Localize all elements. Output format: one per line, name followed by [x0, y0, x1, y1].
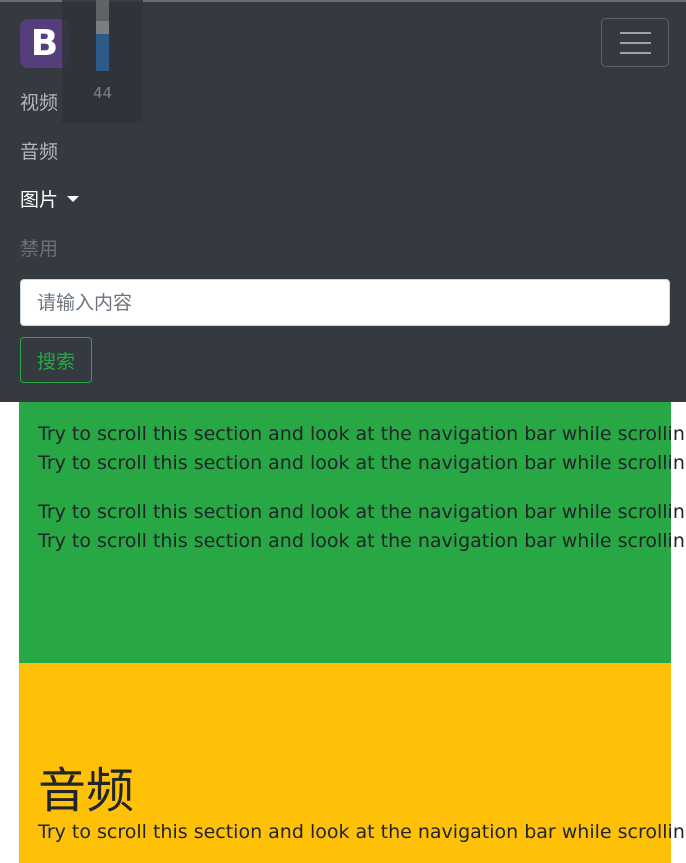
indicator-fill [96, 34, 109, 71]
search-input[interactable] [20, 279, 670, 326]
navbar-toggler-button[interactable] [601, 18, 669, 67]
section-title: 音频 [38, 763, 135, 819]
nav-link-video[interactable]: 视频 [20, 88, 58, 115]
section-paragraph: Try to scroll this section and look at t… [38, 530, 686, 552]
caret-down-icon [67, 195, 80, 202]
section-paragraph: Try to scroll this section and look at t… [38, 423, 686, 445]
search-button[interactable]: 搜索 [20, 337, 92, 383]
nav-dropdown-images[interactable]: 图片 [20, 185, 80, 212]
indicator-track [96, 0, 109, 21]
indicator-thumb [96, 21, 109, 34]
section-paragraph: Try to scroll this section and look at t… [38, 501, 686, 523]
nav-link-audio[interactable]: 音频 [20, 137, 58, 164]
section-paragraph: Try to scroll this section and look at t… [38, 821, 686, 843]
indicator-value: 44 [92, 84, 113, 102]
nav-link-disabled: 禁用 [20, 238, 59, 260]
scroll-position-indicator: 44 [62, 0, 143, 123]
section-paragraph: Try to scroll this section and look at t… [38, 452, 686, 474]
section-audio: 音频 Try to scroll this section and look a… [19, 663, 686, 863]
nav-dropdown-label: 图片 [20, 189, 59, 211]
